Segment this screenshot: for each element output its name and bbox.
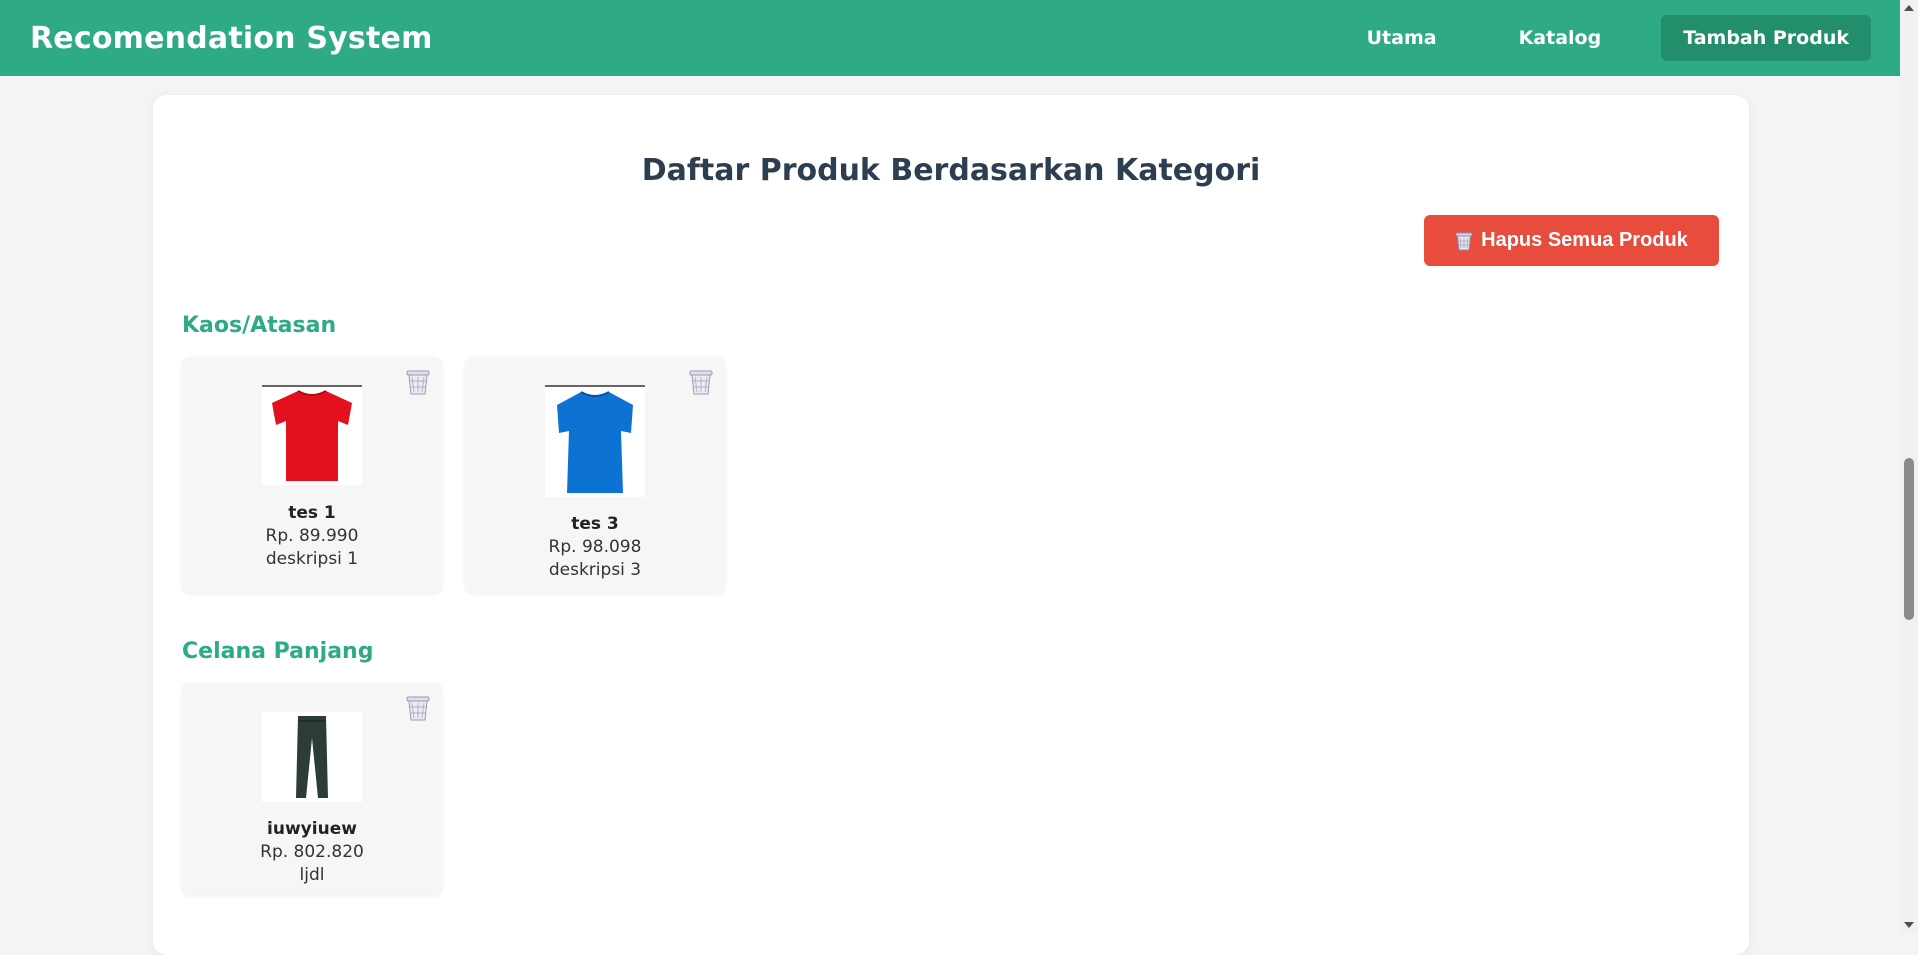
product-description: deskripsi 1 [265,549,359,569]
product-card: iuwyiuew Rp. 802.820 ljdl [182,683,442,895]
red-tshirt-icon [262,385,362,485]
nav-menu: Utama Katalog Tambah Produk [1345,0,1871,76]
product-description: ljdl [299,865,325,885]
scrollbar-thumb[interactable] [1904,458,1914,620]
scroll-up-arrow-icon[interactable] [1900,0,1918,16]
blue-tshirt-icon [545,385,645,497]
page-title: Daftar Produk Berdasarkan Kategori [641,153,1261,188]
nav-link-tambah-produk[interactable]: Tambah Produk [1661,15,1871,61]
product-price: Rp. 98.098 [548,537,642,557]
vertical-scrollbar[interactable] [1900,0,1918,933]
scroll-down-arrow-icon[interactable] [1900,917,1918,933]
delete-all-products-button[interactable]: Hapus Semua Produk [1424,215,1719,266]
product-name: iuwyiuew [267,819,357,839]
pants-icon [262,712,362,802]
product-name: tes 1 [288,503,336,523]
product-card: tes 1 Rp. 89.990 deskripsi 1 [182,357,442,593]
product-description: deskripsi 3 [548,560,642,580]
delete-all-label: Hapus Semua Produk [1481,229,1688,251]
delete-product-trash-icon[interactable] [406,695,430,721]
brand-title[interactable]: Recomendation System [30,21,433,56]
trash-icon [1455,231,1473,251]
product-price: Rp. 802.820 [260,842,364,862]
category-title: Kaos/Atasan [182,313,337,338]
nav-link-katalog[interactable]: Katalog [1497,15,1624,61]
product-card: tes 3 Rp. 98.098 deskripsi 3 [465,357,725,593]
nav-link-utama[interactable]: Utama [1345,15,1459,61]
product-name: tes 3 [571,514,619,534]
product-price: Rp. 89.990 [265,526,359,546]
product-list-container: Daftar Produk Berdasarkan Kategori Hapus… [153,95,1749,955]
delete-product-trash-icon[interactable] [406,369,430,395]
navbar: Recomendation System Utama Katalog Tamba… [0,0,1900,76]
delete-product-trash-icon[interactable] [689,369,713,395]
category-title: Celana Panjang [182,639,374,664]
